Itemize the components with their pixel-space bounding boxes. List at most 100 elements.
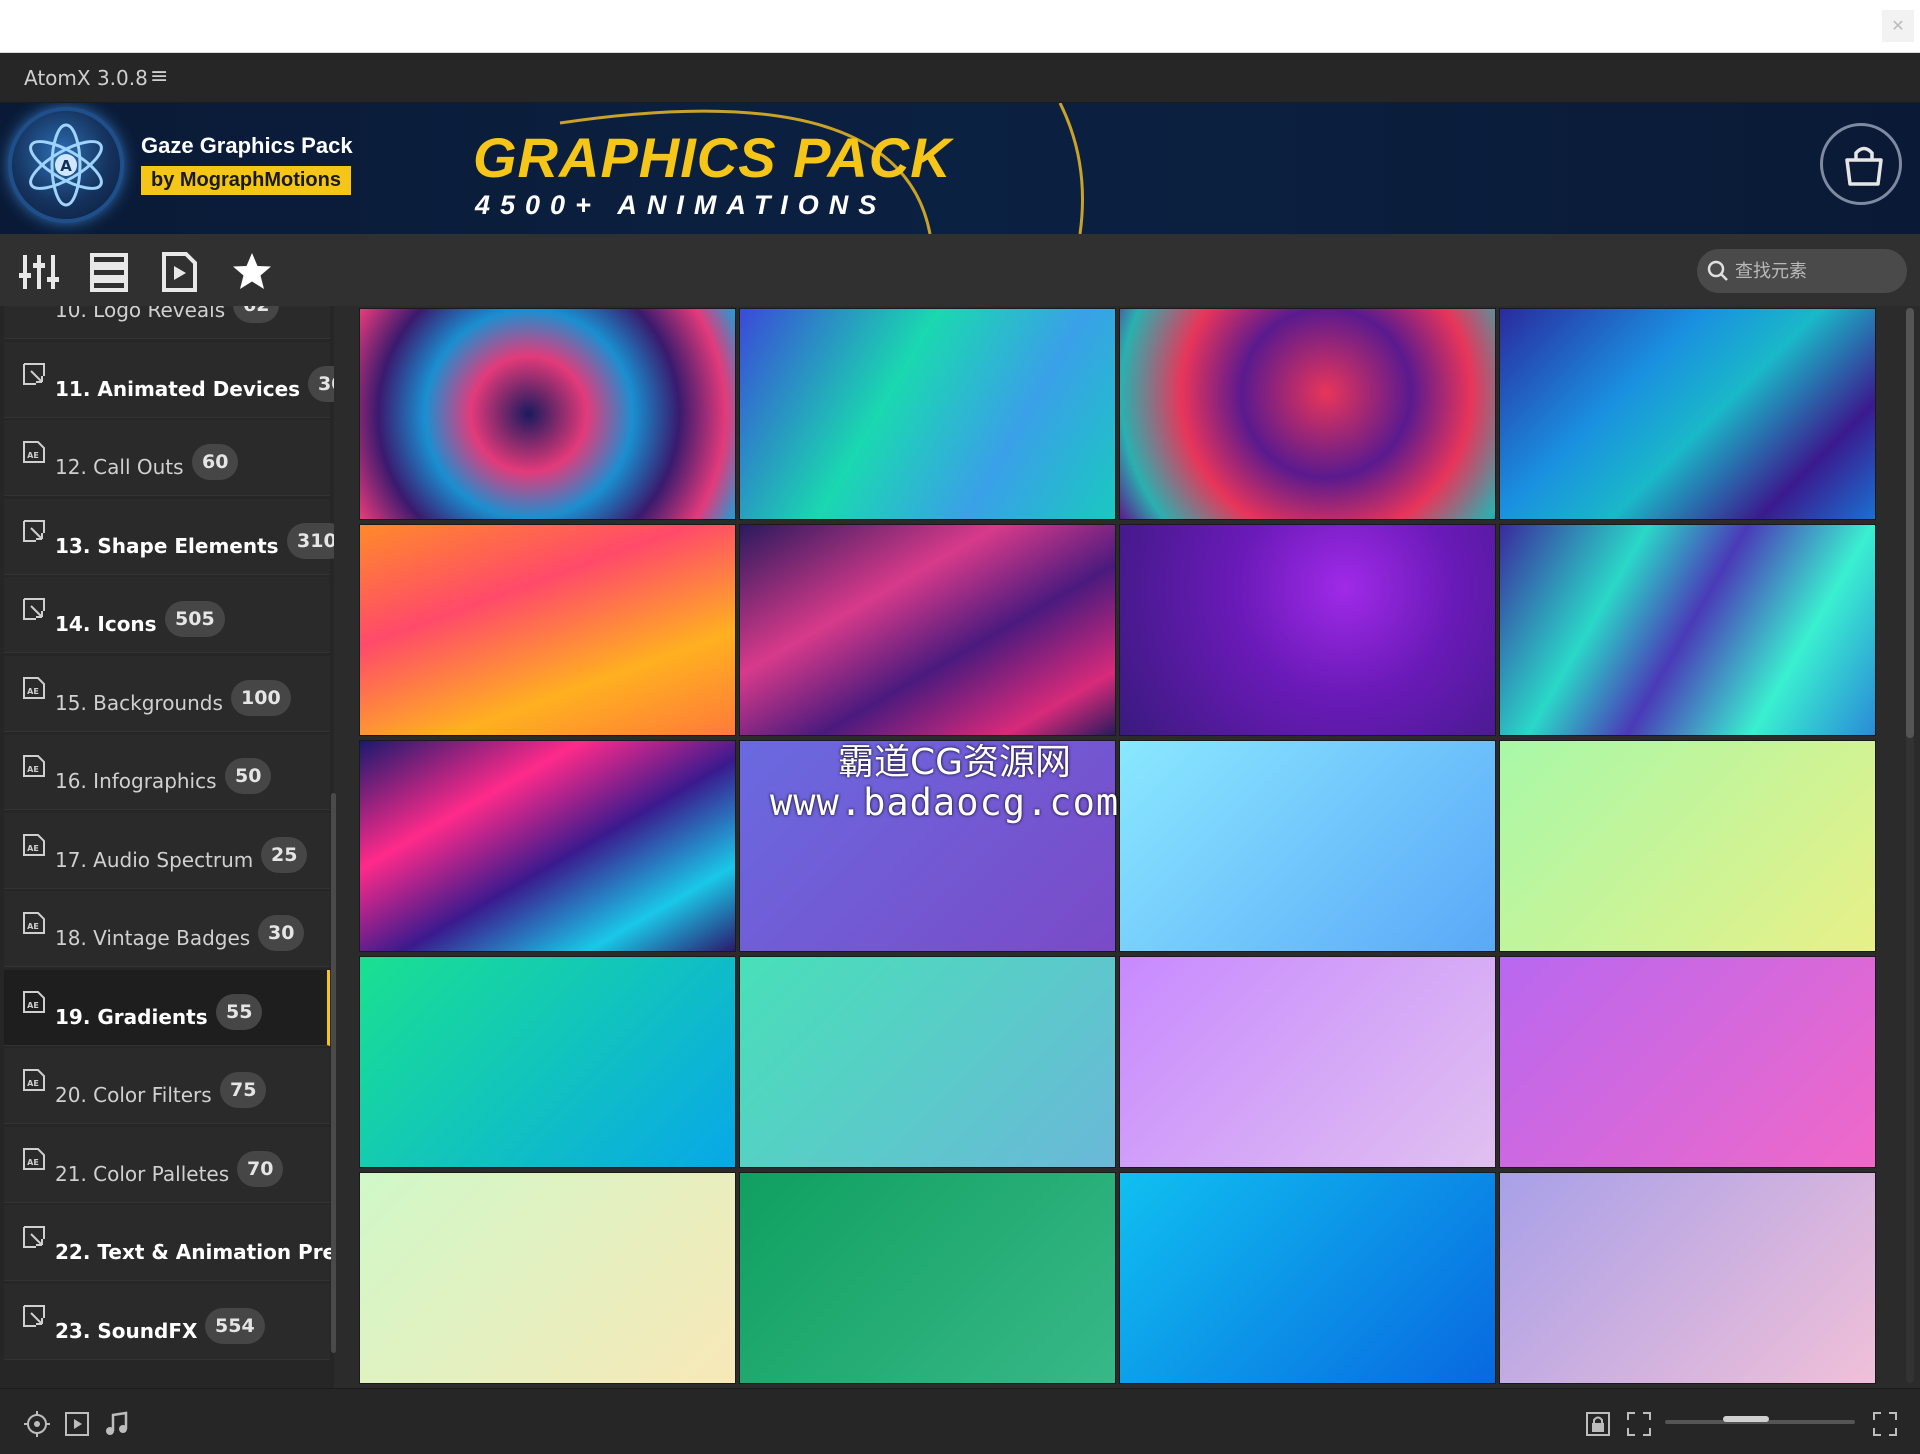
ae-file-icon: AE [23, 441, 45, 463]
preset-icon [23, 1226, 45, 1248]
banner-headline: GRAPHICS PACK [473, 126, 952, 189]
gradient-thumbnail-14[interactable] [739, 956, 1116, 1168]
sidebar-item[interactable]: AE 19. Gradients 55 [4, 969, 330, 1046]
sidebar-item-label: 15. Backgrounds [55, 690, 223, 715]
banner-tagline: 4500+ ANIMATIONS [475, 190, 887, 220]
svg-text:AE: AE [27, 844, 39, 853]
gradient-thumbnail-1[interactable] [359, 308, 736, 520]
app-title: AtomX 3.0.8 [24, 66, 148, 90]
pack-author-badge: by MographMotions [141, 166, 351, 195]
search-box[interactable] [1697, 249, 1907, 293]
ae-file-icon: AE [22, 306, 46, 307]
count-badge: 505 [165, 601, 225, 637]
sidebar-item-label: 21. Color Palletes [55, 1161, 230, 1186]
sidebar-item-label: 10. Logo Reveals [55, 306, 226, 322]
gradient-thumbnail-18[interactable] [739, 1172, 1116, 1384]
sidebar-item-label: 18. Vintage Badges [55, 926, 251, 950]
count-badge: 70 [237, 1150, 284, 1187]
sidebar-item[interactable]: AE 15. Backgrounds 100 [4, 655, 330, 732]
count-badge: 50 [225, 758, 272, 794]
preset-icon [23, 362, 45, 385]
sidebar-item-label: 17. Audio Spectrum [55, 847, 254, 872]
preset-icon [23, 1304, 45, 1327]
count-badge: 75 [220, 1072, 267, 1108]
media-file-icon[interactable] [158, 251, 200, 293]
grid-scrollbar-thumb[interactable] [1906, 308, 1914, 738]
sidebar-item-label: 12. Call Outs [55, 455, 184, 479]
gradient-thumbnail-2[interactable] [739, 308, 1116, 520]
gradient-thumbnail-7[interactable] [1119, 524, 1496, 736]
gradient-thumbnail-12[interactable] [1499, 740, 1876, 952]
count-badge: 30 [308, 365, 334, 402]
sidebar-item-label: 16. Infographics [55, 769, 217, 793]
sidebar-item[interactable]: 11. Animated Devices 30 [4, 341, 334, 418]
preset-icon [23, 519, 45, 542]
hamburger-menu-icon[interactable]: ≡ [150, 64, 168, 89]
atom-logo-icon: A [12, 111, 120, 219]
count-badge: 62 [233, 306, 280, 323]
ae-file-icon: AE [23, 676, 45, 699]
list-view-icon[interactable] [88, 251, 130, 293]
status-bar [0, 1388, 1920, 1454]
gradient-thumbnail-3[interactable] [1119, 308, 1496, 520]
gradient-thumbnail-6[interactable] [739, 524, 1116, 736]
window-close-button[interactable]: ✕ [1882, 10, 1914, 42]
preset-icon [23, 598, 45, 620]
gradient-thumbnail-8[interactable] [1499, 524, 1876, 736]
filter-sliders-icon[interactable] [18, 251, 60, 293]
svg-text:AE: AE [27, 1079, 39, 1088]
sidebar-item-label: 19. Gradients [55, 1004, 208, 1029]
watermark-title: 霸道CG资源网 [838, 742, 1072, 783]
gradient-thumbnail-16[interactable] [1499, 956, 1876, 1168]
thumbnail-size-handle[interactable] [1723, 1416, 1769, 1422]
gradient-thumbnail-11[interactable] [1119, 740, 1496, 952]
svg-text:A: A [60, 157, 72, 175]
store-bag-button[interactable] [1820, 123, 1902, 205]
ae-file-icon: AE [23, 833, 45, 856]
fit-view-icon[interactable] [1626, 1411, 1652, 1437]
gradient-thumbnail-17[interactable] [359, 1172, 736, 1384]
sidebar-item[interactable]: 13. Shape Elements 310 [4, 498, 334, 575]
sidebar-item[interactable]: AE 12. Call Outs 60 [4, 420, 330, 496]
video-preview-icon[interactable] [64, 1411, 90, 1437]
sidebar-scrollbar[interactable] [331, 793, 336, 1353]
sidebar-item[interactable]: AE 21. Color Palletes 70 [4, 1126, 330, 1203]
count-badge: 25 [261, 836, 308, 873]
sidebar-item[interactable]: AE 16. Infographics 50 [4, 734, 330, 810]
gradient-thumbnail-5[interactable] [359, 524, 736, 736]
sidebar-item[interactable]: 22. Text & Animation Prese [4, 1205, 334, 1281]
lock-icon[interactable] [1585, 1411, 1611, 1437]
gradient-thumbnail-20[interactable] [1499, 1172, 1876, 1384]
main-toolbar [0, 234, 1920, 306]
expand-window-icon[interactable] [1872, 1411, 1898, 1437]
ae-file-icon: AE [23, 755, 45, 777]
sidebar-item[interactable]: AE 18. Vintage Badges 30 [4, 891, 330, 967]
svg-text:AE: AE [27, 1001, 39, 1010]
count-badge: 60 [192, 444, 239, 480]
thumbnail-grid [357, 306, 1880, 1388]
search-input[interactable] [1735, 256, 1895, 286]
atomx-panel: AtomX 3.0.8 ≡ A Gaze Graphics Pack by Mo… [0, 53, 1920, 1454]
gradient-thumbnail-19[interactable] [1119, 1172, 1496, 1384]
sidebar-item[interactable]: 14. Icons 505 [4, 577, 330, 653]
preview-target-icon[interactable] [24, 1411, 50, 1437]
favorites-star-icon[interactable] [231, 251, 273, 293]
sidebar-item[interactable]: AE 10. Logo Reveals 62 [4, 306, 330, 339]
sidebar-item[interactable]: AE 17. Audio Spectrum 25 [4, 812, 330, 889]
sidebar-item-label: 22. Text & Animation Prese [55, 1240, 334, 1264]
watermark-url: www.badaocg.com [770, 781, 1120, 824]
gradient-thumbnail-13[interactable] [359, 956, 736, 1168]
gradient-thumbnail-15[interactable] [1119, 956, 1496, 1168]
gradient-thumbnail-9[interactable] [359, 740, 736, 952]
sidebar-item[interactable]: AE 20. Color Filters 75 [4, 1048, 330, 1124]
os-title-strip: ✕ [0, 0, 1920, 53]
sidebar-item[interactable]: 23. SoundFX 554 [4, 1283, 330, 1360]
sidebar-item-label: 14. Icons [55, 612, 157, 636]
gradient-thumbnail-4[interactable] [1499, 308, 1876, 520]
count-badge: 55 [216, 993, 263, 1030]
svg-text:AE: AE [27, 922, 39, 931]
sidebar-item-label: 13. Shape Elements [55, 533, 279, 558]
pack-banner[interactable]: A Gaze Graphics Pack by MographMotions G… [0, 103, 1920, 234]
category-sidebar: AE 10. Logo Reveals 62 11. Animated Devices… [0, 306, 334, 1388]
music-note-icon[interactable] [104, 1411, 130, 1437]
